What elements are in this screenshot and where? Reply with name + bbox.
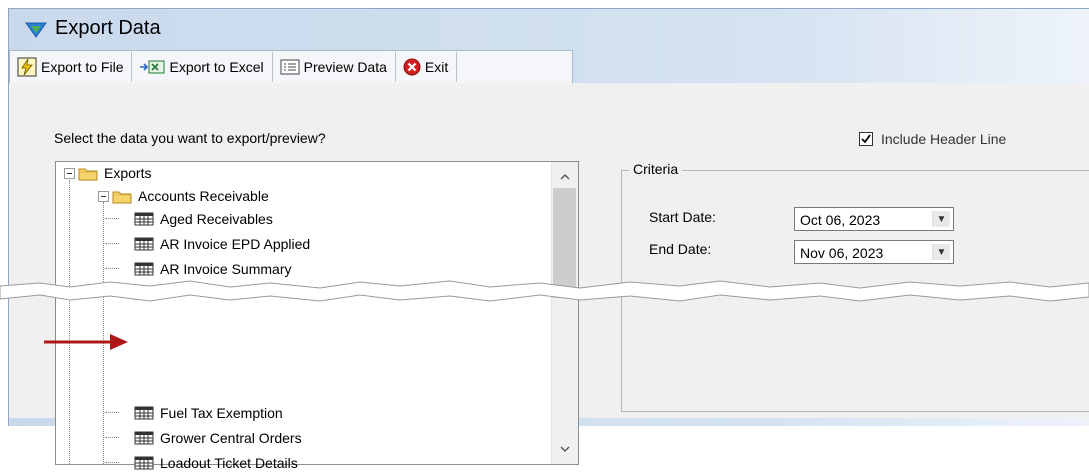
start-date-picker[interactable]: Oct 06, 2023 ▼ <box>794 207 954 231</box>
tree-line <box>105 243 119 244</box>
preview-data-label: Preview Data <box>303 59 387 75</box>
checkbox-box[interactable] <box>859 132 873 146</box>
table-icon <box>134 456 154 470</box>
preview-icon <box>280 59 300 75</box>
dropdown-arrow-icon[interactable]: ▼ <box>932 211 950 227</box>
export-to-file-label: Export to File <box>41 59 124 75</box>
include-header-checkbox[interactable]: Include Header Line <box>859 131 1006 147</box>
dropdown-arrow-icon[interactable]: ▼ <box>932 244 950 260</box>
export-to-file-button[interactable]: Export to File <box>10 52 133 82</box>
tree-node-label: Accounts Receivable <box>138 188 269 204</box>
tree-item-grower-central-orders[interactable]: Grower Central Orders <box>134 427 302 449</box>
red-arrow-icon <box>44 334 128 350</box>
tree-item-fuel-tax-exemption[interactable]: Fuel Tax Exemption <box>134 402 283 424</box>
folder-icon <box>112 191 132 203</box>
window-title: Export Data <box>55 17 161 39</box>
tree-item-ar-invoice-epd[interactable]: AR Invoice EPD Applied <box>134 233 310 255</box>
tree-line <box>105 437 119 438</box>
triangle-logo-icon <box>25 22 47 41</box>
tree-item-loadout-ticket-details[interactable]: Loadout Ticket Details <box>134 452 298 474</box>
table-icon <box>134 237 154 251</box>
export-data-window: Export Data Export to File Export to Exc… <box>8 8 1089 471</box>
start-date-label: Start Date: <box>649 209 716 225</box>
exit-icon <box>403 58 421 76</box>
tree-line <box>105 218 119 219</box>
folder-icon <box>78 168 98 180</box>
exit-button[interactable]: Exit <box>396 52 458 82</box>
tree-node-exports[interactable]: Exports <box>64 162 151 184</box>
title-bar: Export Data <box>9 9 1089 49</box>
end-date-picker[interactable]: Nov 06, 2023 ▼ <box>794 240 954 264</box>
end-date-label: End Date: <box>649 241 712 257</box>
tree-item-label: Loadout Ticket Details <box>160 455 298 471</box>
exit-label: Exit <box>424 59 449 75</box>
scroll-up-icon[interactable] <box>552 166 578 188</box>
end-date-value: Nov 06, 2023 <box>800 245 884 261</box>
excel-icon <box>139 59 165 75</box>
tree-item-label: AR Invoice EPD Applied <box>160 236 311 252</box>
tree-line <box>105 462 119 463</box>
tree-scrollbar[interactable] <box>551 162 578 464</box>
preview-data-button[interactable]: Preview Data <box>273 52 396 82</box>
tree-line <box>105 412 119 413</box>
tree-line <box>105 268 119 269</box>
scroll-down-icon[interactable] <box>552 438 578 460</box>
export-to-excel-label: Export to Excel <box>169 59 264 75</box>
export-prompt: Select the data you want to export/previ… <box>54 130 326 146</box>
tree-item-label: Fuel Tax Exemption <box>160 405 283 421</box>
lightning-icon <box>17 57 37 77</box>
tree-item-label: Grower Central Orders <box>160 430 302 446</box>
toolbar: Export to File Export to Excel Preview D… <box>9 50 573 84</box>
torn-edge-divider <box>0 280 1089 302</box>
tree-line <box>69 180 70 464</box>
start-date-value: Oct 06, 2023 <box>800 212 881 228</box>
tree-node-label: Exports <box>104 165 152 181</box>
criteria-title: Criteria <box>629 161 683 177</box>
content-area: Select the data you want to export/previ… <box>9 83 1089 471</box>
exports-tree[interactable]: Exports Accounts Receivable Aged Receiva… <box>55 161 579 471</box>
collapse-icon[interactable] <box>98 190 109 202</box>
table-icon <box>134 431 154 445</box>
collapse-icon[interactable] <box>64 167 75 179</box>
table-icon <box>134 406 154 420</box>
export-to-excel-button[interactable]: Export to Excel <box>132 52 273 82</box>
tree-item-aged-receivables[interactable]: Aged Receivables <box>134 208 273 230</box>
table-icon <box>134 212 154 226</box>
tree-item-label: Aged Receivables <box>160 211 273 227</box>
tree-items: Exports Accounts Receivable Aged Receiva… <box>56 162 550 471</box>
include-header-label: Include Header Line <box>881 131 1007 147</box>
tree-node-accounts-receivable[interactable]: Accounts Receivable <box>98 185 269 207</box>
